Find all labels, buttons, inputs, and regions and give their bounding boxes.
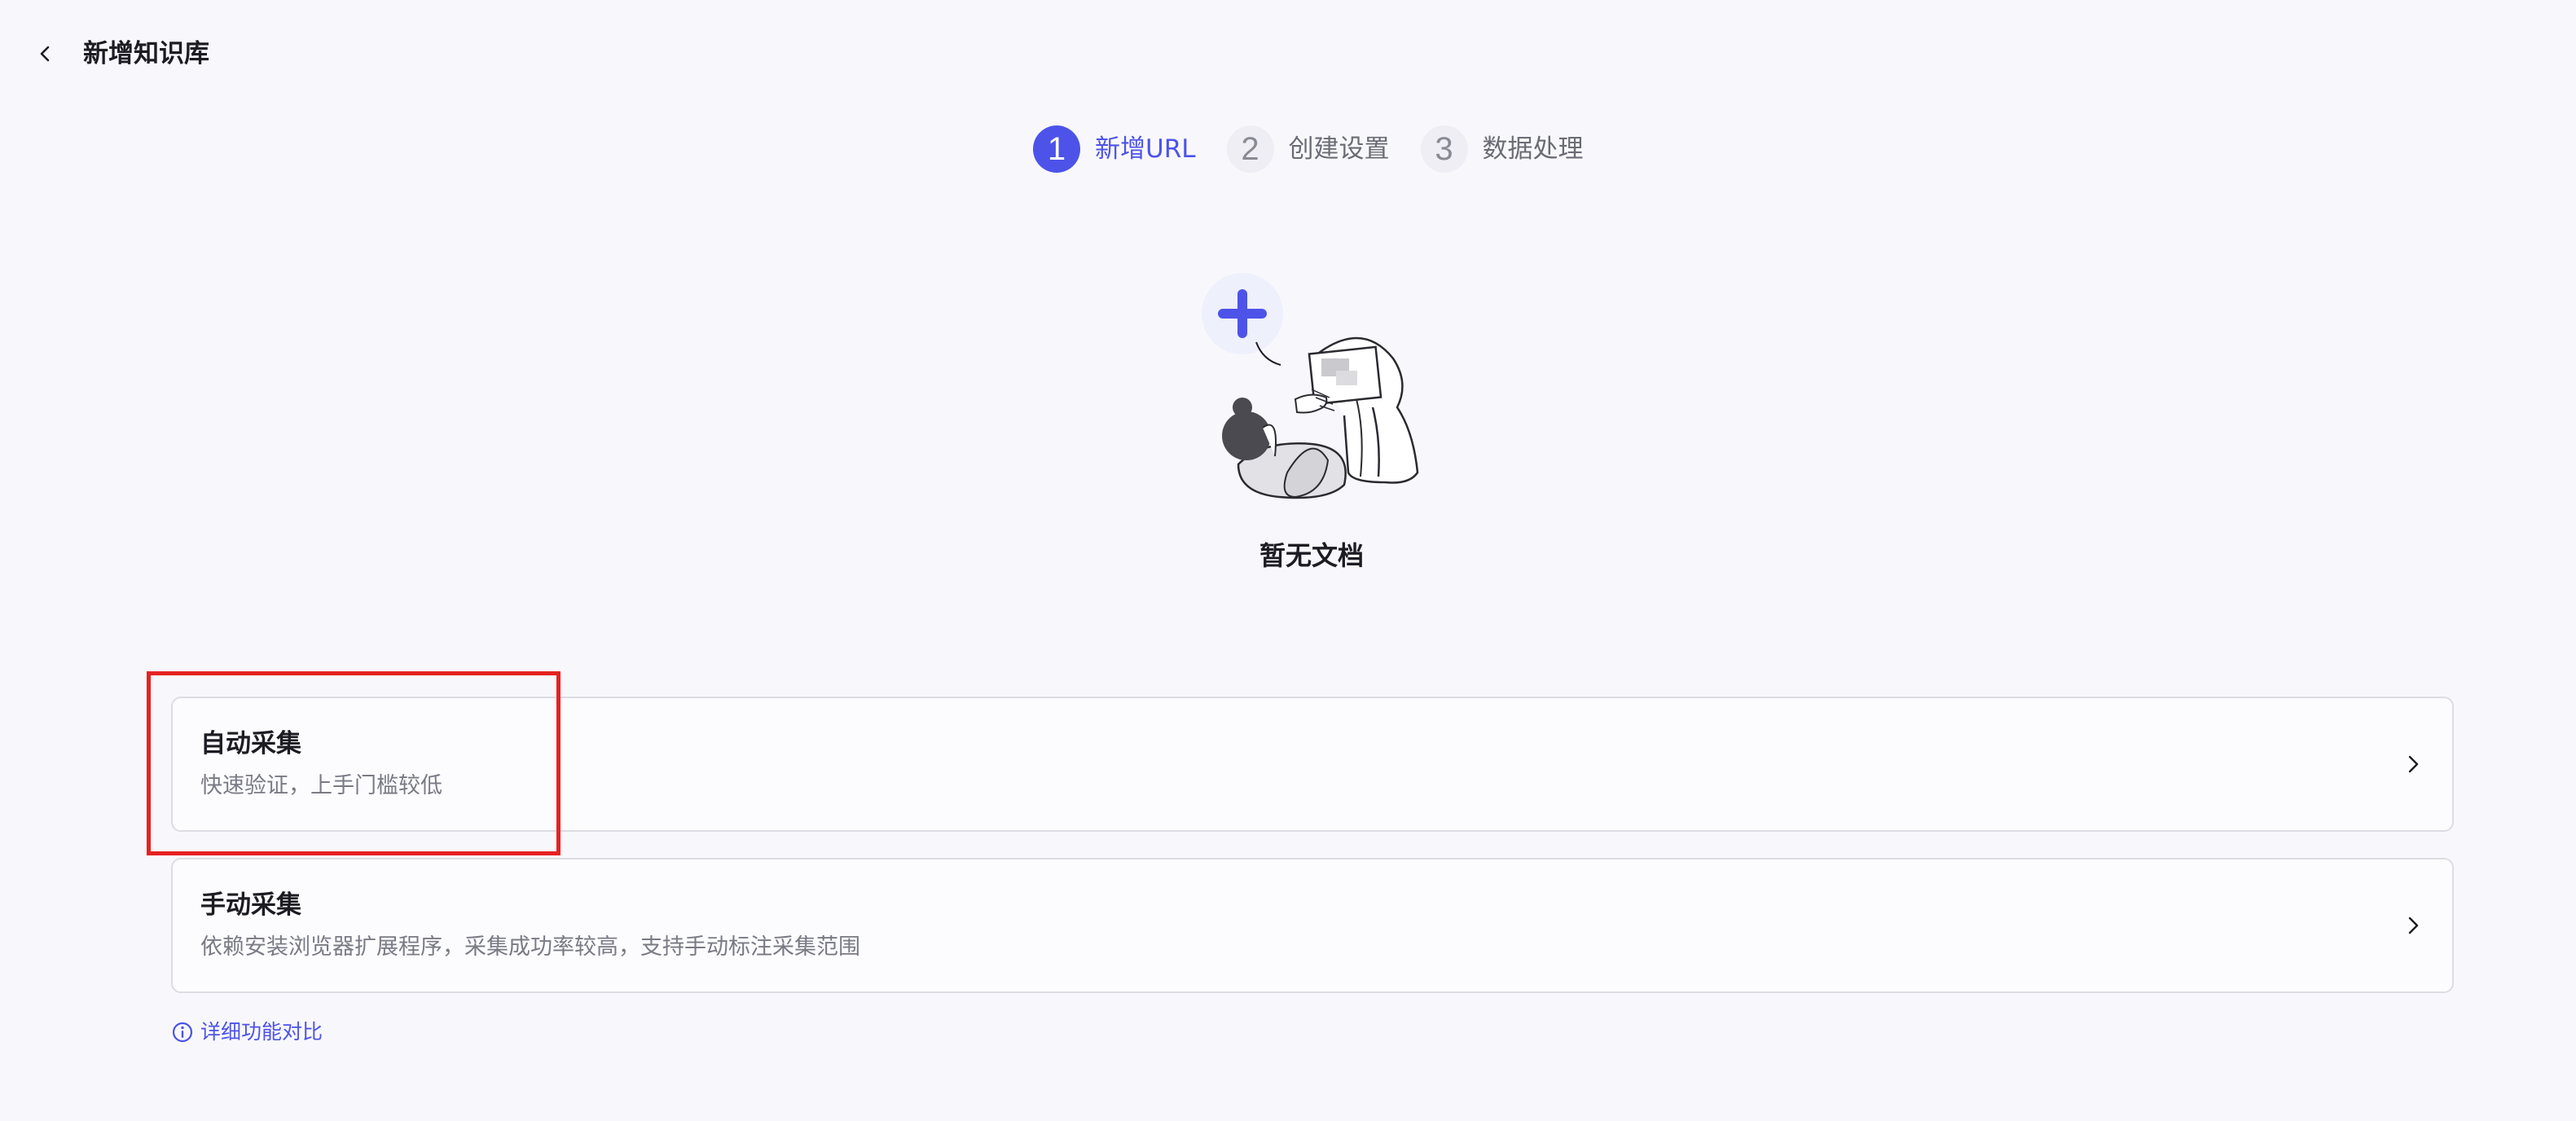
option-description: 依赖安装浏览器扩展程序，采集成功率较高，支持手动标注采集范围 (200, 934, 860, 960)
empty-documents-illustration (1202, 273, 1419, 499)
back-button[interactable] (29, 37, 62, 70)
feature-compare-link[interactable]: 详细功能对比 (171, 1017, 323, 1048)
step-label: 数据处理 (1482, 134, 1584, 164)
step-data-processing: 3 数据处理 (1420, 125, 1584, 173)
option-title: 手动采集 (200, 890, 301, 920)
option-description: 快速验证，上手门槛较低 (200, 773, 442, 798)
step-number: 1 (1033, 125, 1080, 173)
step-label: 新增URL (1095, 134, 1196, 164)
empty-state-text: 暂无文档 (1259, 540, 1364, 571)
stepper: 1 新增URL 2 创建设置 3 数据处理 (1033, 125, 1615, 173)
step-new-url: 1 新增URL (1033, 125, 1196, 173)
manual-collect-option[interactable]: 手动采集 依赖安装浏览器扩展程序，采集成功率较高，支持手动标注采集范围 (171, 858, 2454, 993)
compare-link-label: 详细功能对比 (200, 1020, 323, 1044)
chevron-left-icon (40, 46, 50, 62)
option-title: 自动采集 (200, 729, 301, 758)
chevron-right-icon (2398, 750, 2428, 779)
step-create-settings: 2 创建设置 (1226, 125, 1390, 173)
step-label: 创建设置 (1288, 134, 1390, 164)
chevron-right-icon (2398, 911, 2428, 940)
auto-collect-option[interactable]: 自动采集 快速验证，上手门槛较低 (171, 697, 2454, 832)
page-title: 新增知识库 (83, 39, 209, 68)
step-number: 2 (1226, 125, 1274, 173)
step-number: 3 (1420, 125, 1468, 173)
info-icon (172, 1022, 193, 1043)
page: 新增知识库 1 新增URL 2 创建设置 3 数据处理 暂无文档 自动采集 快速… (0, 0, 2576, 1121)
